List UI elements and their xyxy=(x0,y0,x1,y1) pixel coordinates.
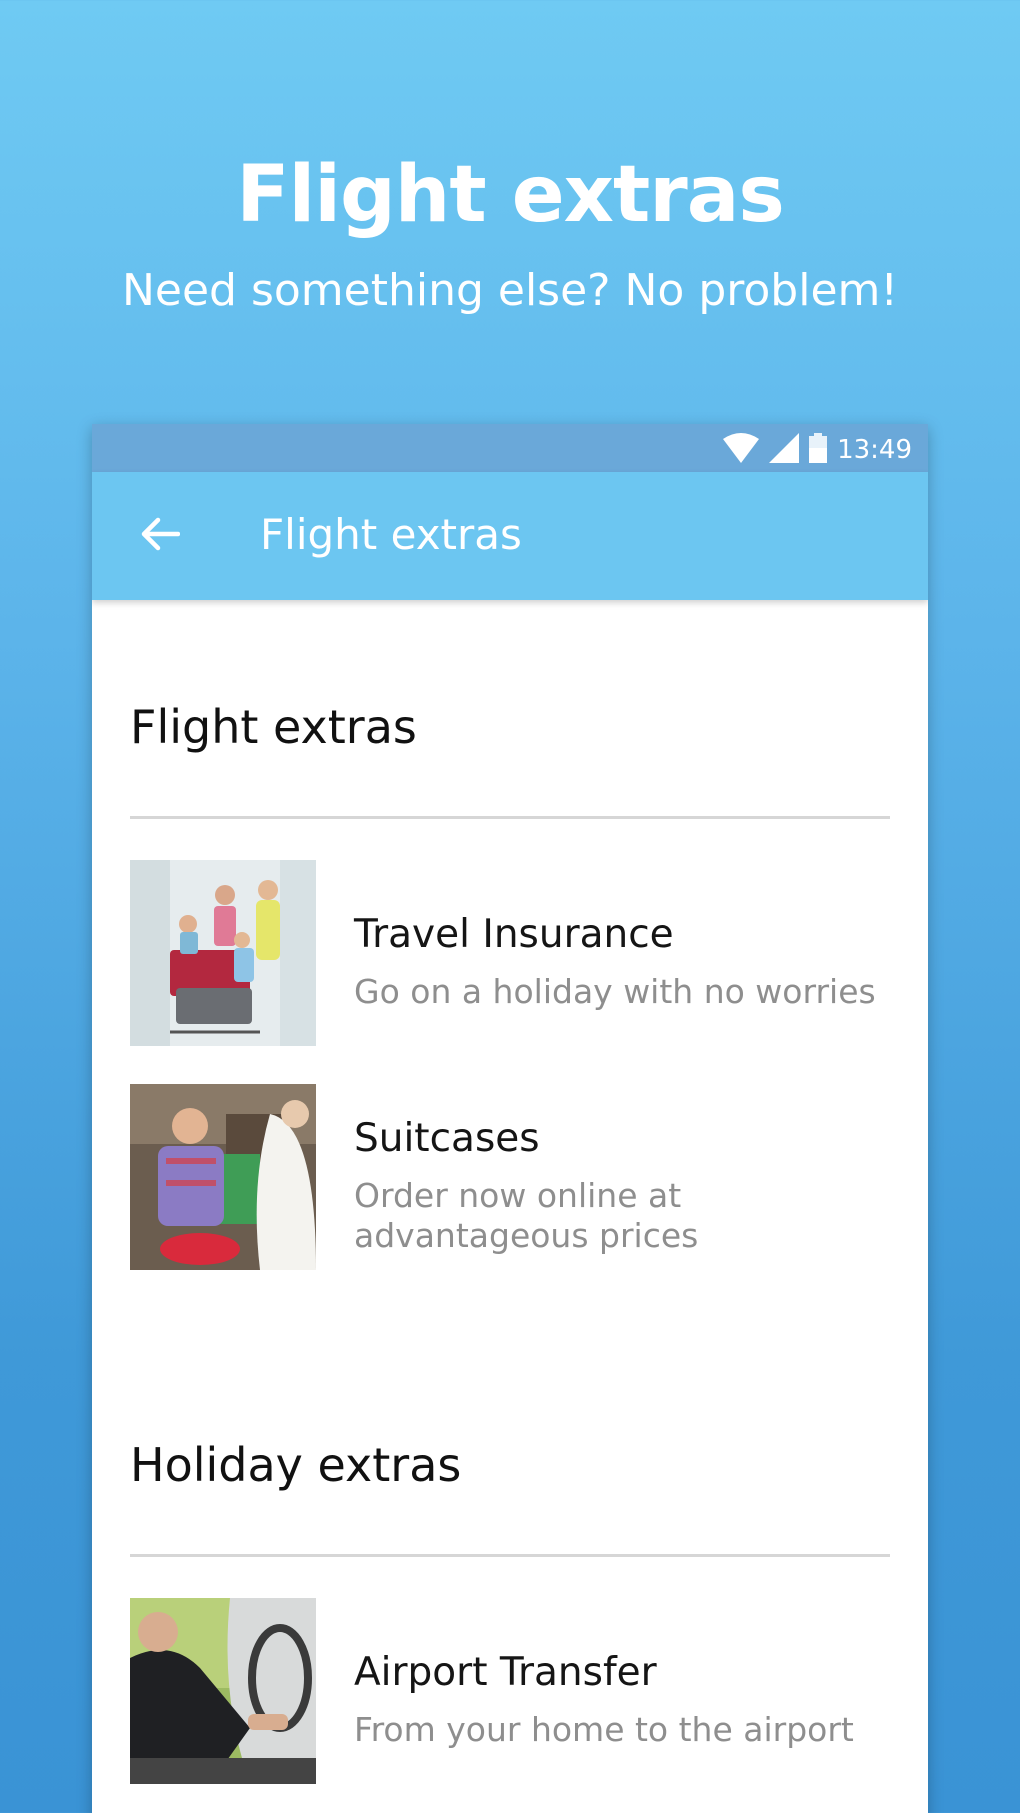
list-item-airport-transfer[interactable]: Airport Transfer From your home to the a… xyxy=(130,1598,890,1784)
status-time: 13:49 xyxy=(837,435,912,465)
phone-screen: 13:49 Flight extras Flight extras Travel… xyxy=(92,424,928,1813)
item-title: Airport Transfer xyxy=(354,1650,657,1695)
section-divider xyxy=(130,816,890,819)
suitcase-shop-photo xyxy=(130,1084,316,1270)
promo-title: Flight extras xyxy=(236,150,785,240)
status-icons: 13:49 xyxy=(723,433,912,467)
app-bar-title: Flight extras xyxy=(260,510,522,559)
item-title: Travel Insurance xyxy=(354,912,674,957)
status-bar: 13:49 xyxy=(92,424,928,472)
item-subtitle: Go on a holiday with no worries xyxy=(354,972,876,1011)
promo-subtitle: Need something else? No problem! xyxy=(121,265,899,316)
item-title: Suitcases xyxy=(354,1116,540,1161)
arrow-left-icon xyxy=(140,516,181,556)
section-title-flight-extras: Flight extras xyxy=(130,700,417,754)
signal-icon xyxy=(769,433,800,467)
driver-photo xyxy=(130,1598,316,1784)
list-item-travel-insurance[interactable]: Travel Insurance Go on a holiday with no… xyxy=(130,860,890,1046)
app-bar: Flight extras xyxy=(92,472,928,600)
family-luggage-photo xyxy=(130,860,316,1046)
back-button[interactable] xyxy=(132,508,188,564)
section-divider xyxy=(130,1554,890,1557)
section-title-holiday-extras: Holiday extras xyxy=(130,1438,462,1492)
list-item-suitcases[interactable]: Suitcases Order now online at advantageo… xyxy=(130,1084,890,1270)
battery-icon xyxy=(809,433,828,467)
item-subtitle: From your home to the airport xyxy=(354,1710,854,1749)
item-subtitle: Order now online at advantageous prices xyxy=(354,1176,699,1255)
wifi-icon xyxy=(723,433,760,467)
